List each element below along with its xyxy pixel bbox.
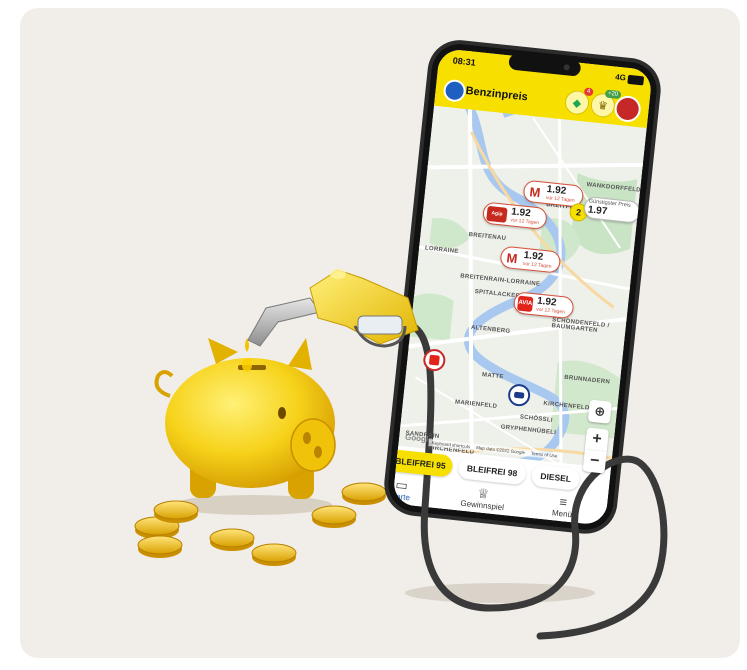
hero-card: 08:31 4G Benzinpreis ◆ 4 ♛ +20 BREITFELD… — [20, 8, 740, 658]
map-label-brunnadern: BRUNNADERN — [563, 374, 611, 386]
map-label-breitenrain: BREITENRAIN-LORRAINE — [459, 273, 541, 288]
map-label-wankdorffeld: WANKDORFFELD — [586, 182, 642, 194]
fuel-tab-diesel[interactable]: DIESEL — [530, 464, 581, 491]
minus-icon: − — [589, 451, 601, 470]
crosshair-icon: ⊕ — [593, 403, 607, 420]
station-updated: vor 12 Tagen — [545, 194, 575, 204]
fuel-tab-bleifrei-95[interactable]: BLEIFREI 95 — [392, 448, 454, 478]
avatar[interactable] — [613, 94, 642, 124]
plus-icon: + — [591, 430, 603, 448]
phone-shadow — [405, 583, 595, 603]
chevron-right-icon[interactable]: › — [585, 474, 590, 486]
trophy-button[interactable]: ♛ +20 — [589, 89, 622, 119]
map-label-marienfeld: MARIENFELD — [454, 399, 498, 410]
trophy-icon: ♛ — [597, 99, 609, 113]
nav-map[interactable]: ▭ Karte — [392, 476, 412, 503]
station-marker-migrol-2[interactable]: M 1.92 vor 12 Tagen — [499, 245, 562, 274]
station-marker-avia[interactable]: AVIA 1.92 vor 12 Tagen — [512, 291, 575, 320]
map-label-spitalacker: SPITALACKER — [474, 288, 521, 300]
station-updated: vor 12 Tagen — [510, 217, 540, 227]
map-label-lorraine: LORRAINE — [424, 245, 459, 256]
network-indicator: 4G — [614, 72, 627, 83]
nav-contest-label: Gewinnspiel — [460, 498, 505, 513]
zoom-in-button[interactable]: + — [584, 427, 610, 452]
station-pin-avia[interactable] — [422, 348, 447, 373]
avia-pin-icon — [428, 354, 440, 366]
brand-logo-avia: AVIA — [517, 295, 534, 312]
station-marker-agip[interactable]: Agip 1.92 vor 12 Tagen — [481, 201, 548, 231]
locate-me-button[interactable]: ⊕ — [587, 399, 612, 424]
map-label-matte: MATTE — [481, 372, 504, 381]
nav-menu-label: Menü — [551, 508, 573, 520]
gems-button[interactable]: ◆ 4 — [563, 87, 594, 116]
nav-menu[interactable]: ≡ Menü — [552, 494, 574, 519]
trophy-icon: ♕ — [476, 485, 491, 502]
map-icon: ▭ — [394, 476, 409, 493]
zoom-out-button[interactable]: − — [582, 449, 607, 474]
cheapest-price-marker[interactable]: Günstigster Preis 1.97 — [583, 196, 642, 224]
station-pin-jet[interactable] — [507, 383, 532, 408]
status-time: 08:31 — [452, 55, 477, 68]
jet-pin-icon — [513, 391, 525, 399]
map-data-credit: Map data ©2022 Google — [475, 444, 526, 456]
map-label-altenberg: ALTENBERG — [470, 324, 511, 335]
nav-contest[interactable]: ♕ Gewinnspiel — [460, 485, 506, 512]
map-label-breitenau: BREITENAU — [468, 232, 507, 242]
gem-icon: ◆ — [572, 96, 582, 110]
station-updated: vor 12 Tagen — [535, 306, 566, 316]
terms-link[interactable]: Terms of Use — [531, 451, 558, 459]
map-label-gryphenhuebeli: GRYPHENHÜBELI — [500, 424, 557, 437]
map-label-schoessli: SCHÖSSLI — [519, 414, 554, 424]
map-label-schoendenfeld: SCHÖNDENFELD / BAUMGARTEN — [551, 317, 610, 335]
gems-badge: 4 — [583, 87, 594, 97]
map-label-kirchenfeld: KIRCHENFELD — [543, 400, 590, 412]
station-updated: vor 12 Tagen — [522, 260, 552, 270]
fuel-tab-bleifrei-98[interactable]: BLEIFREI 98 — [457, 456, 528, 486]
piggy-bank-illustration — [154, 338, 336, 515]
app-logo[interactable] — [442, 78, 467, 103]
app-title: Benzinpreis — [465, 84, 529, 104]
battery-icon — [627, 74, 645, 86]
brand-logo-m: M — [528, 183, 542, 200]
brand-logo-agip: Agip — [486, 205, 508, 223]
menu-icon: ≡ — [558, 494, 568, 510]
nav-map-label: Karte — [392, 491, 411, 503]
brand-logo-m: M — [505, 249, 519, 266]
